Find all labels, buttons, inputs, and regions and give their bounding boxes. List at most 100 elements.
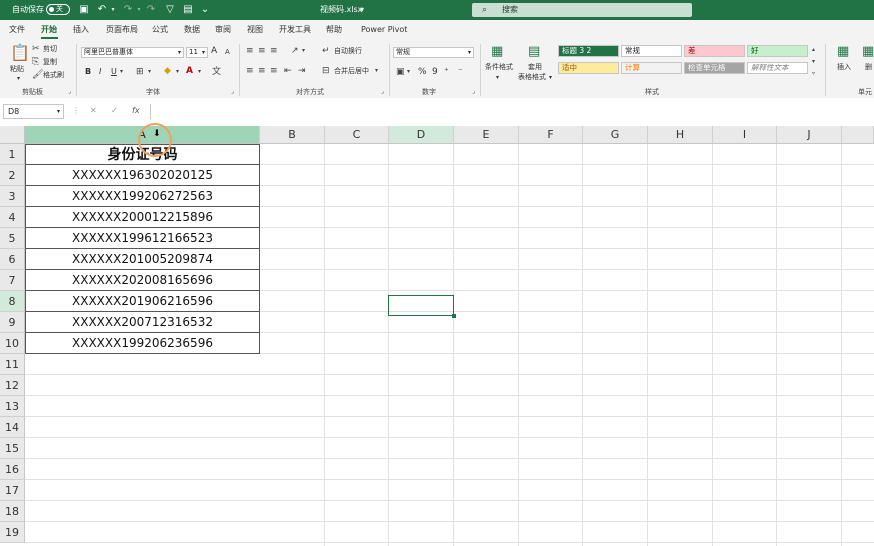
name-box[interactable]: D8 ▾ bbox=[3, 104, 64, 119]
filter-icon[interactable]: ▽ bbox=[164, 4, 176, 16]
phonetic-icon[interactable]: 文 bbox=[212, 67, 221, 77]
gallery-more-icon[interactable]: ▿ bbox=[812, 69, 815, 79]
redo-dropdown-icon[interactable]: ▾ bbox=[133, 4, 145, 16]
table-row[interactable]: XXXXXX199612166523 bbox=[25, 228, 260, 249]
table-row[interactable]: XXXXXX200712316532 bbox=[25, 312, 260, 333]
customize-toolbar-icon[interactable]: ⌄ bbox=[199, 4, 211, 16]
font-size-select[interactable]: 11 ▾ bbox=[186, 47, 208, 58]
row-header-14[interactable]: 14 bbox=[0, 417, 25, 438]
cancel-icon[interactable]: ✕ bbox=[90, 106, 97, 115]
row-header-10[interactable]: 10 bbox=[0, 333, 25, 354]
row-header-6[interactable]: 6 bbox=[0, 249, 25, 270]
row-header-19[interactable]: 19 bbox=[0, 522, 25, 543]
cell-style-item[interactable]: 好 bbox=[747, 45, 808, 57]
table-format-icon[interactable]: ▤ bbox=[528, 45, 540, 59]
align-middle-icon[interactable]: ≡ bbox=[258, 46, 266, 56]
font-name-select[interactable]: 阿里巴巴普惠体 ▾ bbox=[81, 47, 184, 58]
currency-icon[interactable]: ▣ bbox=[396, 67, 405, 77]
font-color-dropdown-icon[interactable]: ▾ bbox=[198, 67, 201, 77]
row-header-7[interactable]: 7 bbox=[0, 270, 25, 291]
copy-button[interactable]: 复制 bbox=[43, 57, 57, 67]
tab-power-pivot[interactable]: Power Pivot bbox=[361, 24, 407, 36]
fill-dropdown-icon[interactable]: ▾ bbox=[176, 67, 179, 77]
tab-page-layout[interactable]: 页面布局 bbox=[106, 24, 138, 36]
tab-help[interactable]: 帮助 bbox=[326, 24, 342, 36]
orientation-dropdown-icon[interactable]: ▾ bbox=[302, 46, 305, 56]
insert-function-icon[interactable]: fx bbox=[132, 106, 140, 115]
search-box[interactable]: ⌕ 搜索 bbox=[472, 3, 692, 17]
delete-cells-button[interactable]: 删 bbox=[865, 62, 872, 72]
drag-handle-icon[interactable]: ⋮ bbox=[72, 106, 81, 115]
row-header-13[interactable]: 13 bbox=[0, 396, 25, 417]
table-format-line2[interactable]: 表格格式 bbox=[518, 72, 546, 82]
border-dropdown-icon[interactable]: ▾ bbox=[148, 67, 151, 77]
comma-button[interactable]: 9 bbox=[432, 67, 438, 77]
cell-style-item[interactable]: 计算 bbox=[621, 62, 682, 74]
worksheet-grid[interactable]: A B C D E F G H I J 1 2 3 4 5 6 7 8 9 10 11 12 13 14 15 16 17 18 19 身… bbox=[0, 123, 874, 546]
orientation-icon[interactable]: ↗ bbox=[291, 46, 299, 56]
tab-insert[interactable]: 插入 bbox=[73, 24, 89, 36]
gallery-down-icon[interactable]: ▾ bbox=[812, 57, 815, 67]
delete-cells-icon[interactable]: ▦ bbox=[862, 45, 874, 59]
column-header-j[interactable]: J bbox=[777, 126, 842, 144]
conditional-dropdown-icon[interactable]: ▾ bbox=[496, 73, 499, 83]
format-painter-button[interactable]: 格式刷 bbox=[43, 70, 64, 80]
row-header-9[interactable]: 9 bbox=[0, 312, 25, 333]
table-row[interactable]: XXXXXX199206272563 bbox=[25, 186, 260, 207]
number-launcher-icon[interactable]: ⌟ bbox=[472, 87, 475, 97]
italic-button[interactable]: I bbox=[99, 67, 101, 77]
fill-handle[interactable] bbox=[452, 314, 456, 318]
decrease-font-button[interactable]: A bbox=[225, 47, 230, 57]
table-row[interactable]: XXXXXX202008165696 bbox=[25, 270, 260, 291]
redo-more-icon[interactable]: ↷ bbox=[145, 4, 157, 16]
insert-cells-icon[interactable]: ▦ bbox=[837, 45, 849, 59]
tab-developer[interactable]: 开发工具 bbox=[279, 24, 311, 36]
tab-data[interactable]: 数据 bbox=[184, 24, 200, 36]
paste-icon[interactable]: 📋 bbox=[10, 45, 30, 61]
save-icon[interactable]: ▣ bbox=[78, 4, 90, 16]
row-header-11[interactable]: 11 bbox=[0, 354, 25, 375]
autosave-toggle[interactable]: 关 bbox=[46, 4, 70, 15]
increase-decimal-icon[interactable]: ⁺ bbox=[444, 67, 449, 77]
align-right-icon[interactable]: ≡ bbox=[270, 66, 278, 76]
row-header-3[interactable]: 3 bbox=[0, 186, 25, 207]
column-header-e[interactable]: E bbox=[454, 126, 519, 144]
align-left-icon[interactable]: ≡ bbox=[246, 66, 254, 76]
column-header-h[interactable]: H bbox=[648, 126, 713, 144]
increase-indent-icon[interactable]: ⇥ bbox=[298, 66, 306, 76]
column-header-g[interactable]: G bbox=[583, 126, 648, 144]
table-row[interactable]: XXXXXX196302020125 bbox=[25, 165, 260, 186]
cell-style-item[interactable]: 差 bbox=[684, 45, 745, 57]
font-color-icon[interactable]: A bbox=[186, 66, 193, 76]
currency-dropdown-icon[interactable]: ▾ bbox=[407, 67, 410, 77]
row-header-17[interactable]: 17 bbox=[0, 480, 25, 501]
column-header-c[interactable]: C bbox=[325, 126, 389, 144]
tab-formulas[interactable]: 公式 bbox=[152, 24, 168, 36]
align-top-icon[interactable]: ≡ bbox=[246, 46, 254, 56]
cell-style-item[interactable]: 常规 bbox=[621, 45, 682, 57]
underline-dropdown-icon[interactable]: ▾ bbox=[120, 67, 123, 77]
tab-home[interactable]: 开始 bbox=[41, 24, 57, 36]
clipboard-launcher-icon[interactable]: ⌟ bbox=[68, 87, 71, 97]
row-header-2[interactable]: 2 bbox=[0, 165, 25, 186]
cell-style-item[interactable]: 检查单元格 bbox=[684, 62, 745, 74]
merge-center-button[interactable]: 合并后居中 bbox=[334, 66, 369, 76]
undo-dropdown-icon[interactable]: ▾ bbox=[107, 4, 119, 16]
table-format-dropdown-icon[interactable]: ▾ bbox=[549, 73, 552, 83]
paste-dropdown-icon[interactable]: ▾ bbox=[17, 74, 20, 84]
form-icon[interactable]: ▤ bbox=[182, 4, 194, 16]
active-cell-d8[interactable] bbox=[388, 295, 456, 318]
row-header-8[interactable]: 8 bbox=[0, 291, 25, 312]
cell-style-item[interactable]: 标题 3 2 bbox=[558, 45, 619, 57]
column-header-i[interactable]: I bbox=[713, 126, 777, 144]
table-row[interactable]: XXXXXX199206236596 bbox=[25, 333, 260, 354]
table-row[interactable]: XXXXXX201005209874 bbox=[25, 249, 260, 270]
row-header-5[interactable]: 5 bbox=[0, 228, 25, 249]
row-header-16[interactable]: 16 bbox=[0, 459, 25, 480]
merge-dropdown-icon[interactable]: ▾ bbox=[375, 66, 378, 76]
tab-review[interactable]: 审阅 bbox=[215, 24, 231, 36]
column-header-d[interactable]: D bbox=[389, 126, 454, 144]
underline-button[interactable]: U bbox=[111, 67, 117, 77]
align-center-icon[interactable]: ≡ bbox=[258, 66, 266, 76]
row-header-4[interactable]: 4 bbox=[0, 207, 25, 228]
